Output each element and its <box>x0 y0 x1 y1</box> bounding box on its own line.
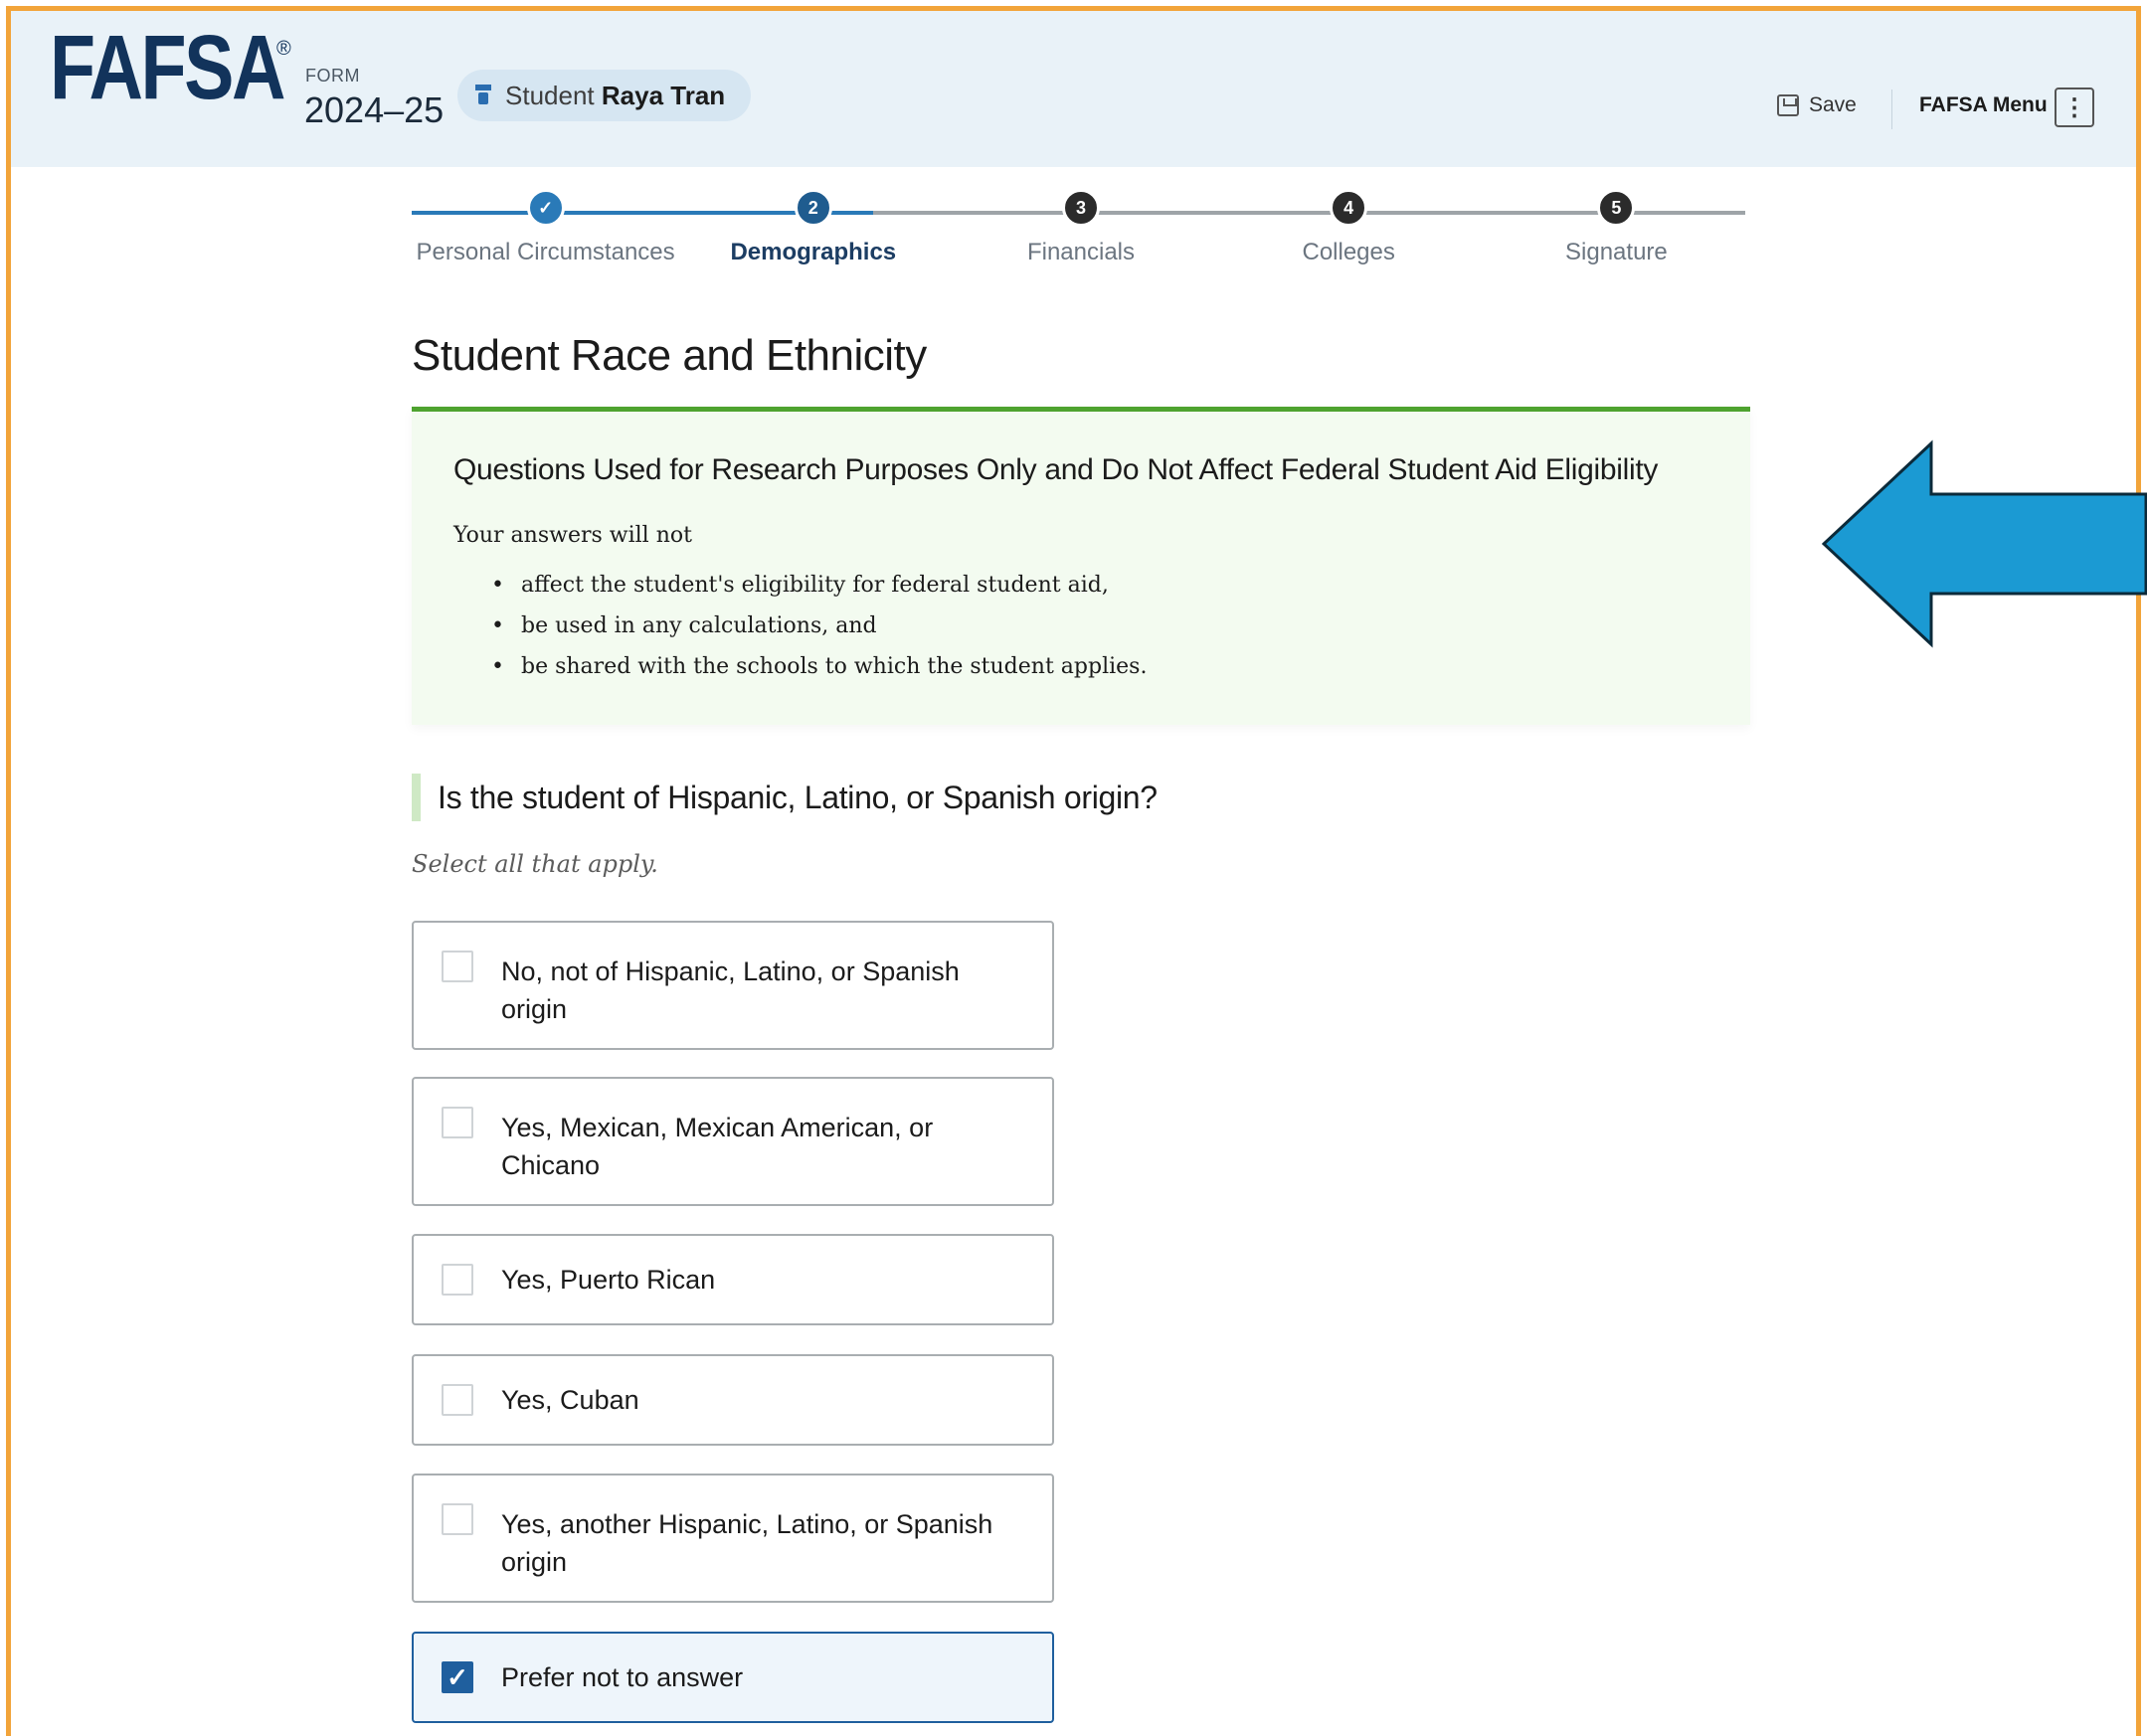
checkbox-checked-icon[interactable]: ✓ <box>442 1661 473 1693</box>
option-not-hispanic[interactable]: No, not of Hispanic, Latino, or Spanish … <box>412 921 1054 1050</box>
option-label: Yes, Cuban <box>501 1385 639 1415</box>
step-signature[interactable]: 5 Signature <box>1482 189 1750 266</box>
research-heading: Questions Used for Research Purposes Onl… <box>453 453 1659 486</box>
form-label: FORM <box>305 66 360 86</box>
form-year: 2024–25 <box>304 89 445 130</box>
step-colleges[interactable]: 4 Colleges <box>1214 189 1483 266</box>
fafsa-menu-button[interactable]: FAFSA Menu <box>1919 93 2048 117</box>
option-label: Yes, Puerto Rican <box>501 1265 716 1295</box>
checkbox[interactable] <box>442 1384 473 1416</box>
step-demographics[interactable]: 2 Demographics <box>679 189 948 266</box>
checkbox[interactable] <box>442 1503 473 1535</box>
registered-mark: ® <box>276 38 291 60</box>
step-label: Demographics <box>730 239 897 265</box>
research-list: affect the student's eligibility for fed… <box>453 565 1147 687</box>
step-number: 4 <box>1330 189 1368 227</box>
research-lead: Your answers will not <box>453 523 692 548</box>
step-personal-circumstances[interactable]: ✓ Personal Circumstances <box>412 189 680 266</box>
option-cuban[interactable]: Yes, Cuban <box>412 1354 1054 1446</box>
student-name: Raya Tran <box>601 80 726 110</box>
student-role: Student <box>505 80 595 110</box>
progress-stepper: ✓ Personal Circumstances 2 Demographics … <box>412 189 1750 278</box>
step-label: Signature <box>1565 239 1668 265</box>
student-icon <box>473 85 493 106</box>
check-icon: ✓ <box>526 189 565 227</box>
checkbox[interactable] <box>442 951 473 982</box>
list-item: be used in any calculations, and <box>453 606 1147 646</box>
question-accent-bar <box>412 774 421 821</box>
student-badge: Student Raya Tran <box>457 70 752 121</box>
list-item: affect the student's eligibility for fed… <box>453 565 1147 606</box>
step-number: 5 <box>1597 189 1636 227</box>
question-text: Is the student of Hispanic, Latino, or S… <box>438 780 1158 815</box>
option-label: Yes, another Hispanic, Latino, or Spanis… <box>501 1509 993 1577</box>
list-item: be shared with the schools to which the … <box>453 646 1147 687</box>
question-hint: Select all that apply. <box>412 850 658 878</box>
option-another-hispanic[interactable]: Yes, another Hispanic, Latino, or Spanis… <box>412 1474 1054 1603</box>
arrow-left-icon <box>1822 439 2147 648</box>
step-financials[interactable]: 3 Financials <box>947 189 1215 266</box>
option-mexican[interactable]: Yes, Mexican, Mexican American, or Chica… <box>412 1077 1054 1206</box>
save-button[interactable]: Save <box>1777 93 1857 117</box>
save-label: Save <box>1809 93 1857 116</box>
save-icon <box>1777 94 1799 116</box>
fafsa-logo[interactable]: FAFSA <box>50 22 285 113</box>
option-prefer-not-to-answer[interactable]: ✓ Prefer not to answer <box>412 1632 1054 1723</box>
option-label: Prefer not to answer <box>501 1662 744 1692</box>
checkbox[interactable] <box>442 1107 473 1138</box>
page-title: Student Race and Ethnicity <box>412 331 927 380</box>
kebab-menu-icon[interactable]: ⋮ <box>2055 87 2094 127</box>
step-label: Personal Circumstances <box>416 239 675 265</box>
step-number: 3 <box>1062 189 1100 227</box>
option-puerto-rican[interactable]: Yes, Puerto Rican <box>412 1234 1054 1325</box>
option-label: No, not of Hispanic, Latino, or Spanish … <box>501 956 960 1024</box>
step-label: Financials <box>1026 239 1136 265</box>
step-label: Colleges <box>1302 239 1395 265</box>
research-notice: Questions Used for Research Purposes Onl… <box>412 407 1750 725</box>
option-label: Yes, Mexican, Mexican American, or Chica… <box>501 1113 934 1180</box>
checkbox[interactable] <box>442 1264 473 1296</box>
header-divider <box>1891 89 1892 129</box>
step-number: 2 <box>794 189 832 227</box>
